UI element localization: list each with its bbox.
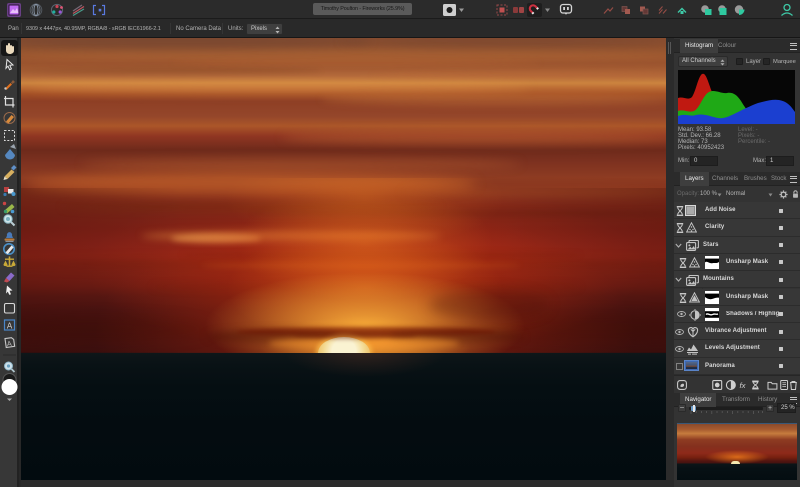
svg-text:fx: fx — [740, 381, 747, 390]
svg-text:A: A — [7, 322, 13, 331]
svg-text:A: A — [7, 341, 13, 349]
